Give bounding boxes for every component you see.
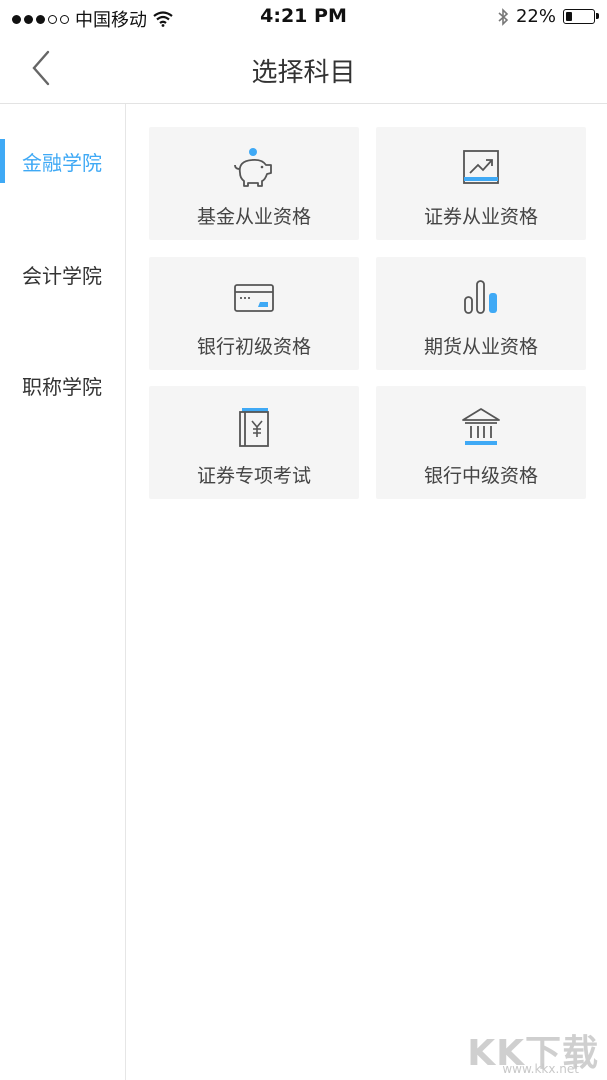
subject-card-label: 期货从业资格 (423, 336, 538, 358)
sidebar-item-accounting[interactable]: 会计学院 (0, 217, 125, 288)
navigation-bar: 选择科目 (0, 34, 607, 104)
battery-percent: 22% (515, 6, 556, 27)
sidebar-item-label: 金融学院 (22, 151, 102, 175)
subject-card-label: 证券专项考试 (196, 465, 311, 487)
bank-building-icon (462, 408, 500, 445)
sidebar-item-label: 会计学院 (22, 264, 102, 288)
subject-card-bank-junior[interactable]: 银行初级资格 (149, 257, 359, 370)
watermark-url: www.kkx.net (502, 1062, 579, 1076)
bar-chart-icon (464, 280, 497, 314)
subject-card-securities[interactable]: 证券从业资格 (376, 127, 586, 240)
subject-card-fund[interactable]: 基金从业资格 (149, 127, 359, 240)
bluetooth-icon (498, 7, 509, 26)
site-watermark: KK下载 www.kkx.net (467, 1024, 599, 1076)
category-sidebar: 金融学院 会计学院 职称学院 (0, 104, 126, 1080)
subject-card-label: 银行初级资格 (196, 336, 311, 358)
subject-card-label: 证券从业资格 (423, 206, 538, 228)
active-indicator (0, 139, 5, 183)
piggy-bank-icon (234, 148, 272, 187)
subject-card-label: 基金从业资格 (196, 206, 311, 228)
sidebar-item-label: 职称学院 (22, 375, 102, 399)
yuan-book-icon (239, 408, 269, 447)
subject-card-label: 银行中级资格 (423, 465, 538, 487)
credit-card-icon (234, 284, 274, 312)
subject-card-futures[interactable]: 期货从业资格 (376, 257, 586, 370)
sidebar-item-professional-title[interactable]: 职称学院 (0, 328, 125, 399)
battery-icon (563, 9, 599, 24)
subject-card-securities-special[interactable]: 证券专项考试 (149, 386, 359, 499)
subject-card-bank-intermediate[interactable]: 银行中级资格 (376, 386, 586, 499)
trend-chart-icon (463, 150, 499, 184)
page-title: 选择科目 (251, 58, 356, 88)
status-bar: 中国移动 4:21 PM 22% (0, 0, 607, 34)
sidebar-item-finance[interactable]: 金融学院 (0, 104, 125, 183)
